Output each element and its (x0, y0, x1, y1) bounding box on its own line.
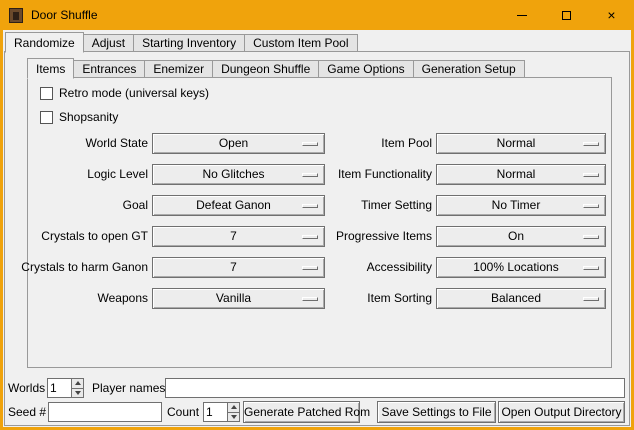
caption-buttons: × (499, 0, 634, 30)
shopsanity-checkbox[interactable]: Shopsanity (40, 110, 118, 124)
settings-row: Goal Defeat Ganon Timer Setting No Timer (3, 195, 631, 216)
maximize-icon (562, 11, 571, 20)
generate-patched-rom-button[interactable]: Generate Patched Rom (243, 401, 360, 423)
app-icon (9, 8, 23, 23)
progressive-items-dropdown[interactable]: On (436, 226, 606, 247)
minimize-button[interactable] (499, 0, 544, 30)
arrow-up-icon (231, 405, 237, 409)
dropdown-indicator-icon (583, 142, 599, 146)
spin-up-button[interactable] (71, 378, 84, 389)
accessibility-dropdown[interactable]: 100% Locations (436, 257, 606, 278)
tab-custom-item-pool[interactable]: Custom Item Pool (244, 34, 357, 52)
dropdown-value: Normal (437, 165, 605, 184)
crystals-ganon-label: Crystals to harm Ganon (13, 257, 148, 278)
item-functionality-label: Item Functionality (283, 164, 432, 185)
spin-down-button[interactable] (227, 413, 240, 423)
main-tabbar: Randomize Adjust Starting Inventory Cust… (5, 32, 358, 52)
tab-entrances[interactable]: Entrances (73, 60, 145, 78)
count-spinner-arrows (227, 402, 240, 422)
tab-game-options[interactable]: Game Options (318, 60, 413, 78)
app-window: Door Shuffle × Randomize Adjust Starting… (0, 0, 634, 430)
count-label: Count (167, 402, 199, 422)
worlds-spinner-arrows (71, 378, 84, 398)
dropdown-value: Balanced (437, 289, 605, 308)
spin-up-button[interactable] (227, 402, 240, 413)
tab-generation-setup[interactable]: Generation Setup (413, 60, 525, 78)
goal-label: Goal (13, 195, 148, 216)
close-button[interactable]: × (589, 0, 634, 30)
item-pool-dropdown[interactable]: Normal (436, 133, 606, 154)
player-names-label: Player names (92, 378, 165, 398)
tab-adjust[interactable]: Adjust (83, 34, 134, 52)
settings-row: Logic Level No Glitches Item Functionali… (3, 164, 631, 185)
crystals-gt-label: Crystals to open GT (13, 226, 148, 247)
dropdown-indicator-icon (583, 235, 599, 239)
spin-down-button[interactable] (71, 389, 84, 399)
item-functionality-dropdown[interactable]: Normal (436, 164, 606, 185)
dropdown-value: On (437, 227, 605, 246)
tab-starting-inventory[interactable]: Starting Inventory (133, 34, 245, 52)
titlebar: Door Shuffle × (0, 0, 634, 30)
worlds-input[interactable] (47, 378, 71, 398)
client-area: Randomize Adjust Starting Inventory Cust… (3, 30, 631, 427)
checkbox-box-icon[interactable] (40, 111, 53, 124)
open-output-directory-button[interactable]: Open Output Directory (498, 401, 625, 423)
arrow-down-icon (75, 391, 81, 395)
timer-setting-dropdown[interactable]: No Timer (436, 195, 606, 216)
settings-row: Weapons Vanilla Item Sorting Balanced (3, 288, 631, 309)
tab-randomize[interactable]: Randomize (5, 32, 84, 53)
settings-row: World State Open Item Pool Normal (3, 133, 631, 154)
logic-level-label: Logic Level (13, 164, 148, 185)
item-pool-label: Item Pool (283, 133, 432, 154)
worlds-label: Worlds (8, 378, 45, 398)
count-input[interactable] (203, 402, 227, 422)
worlds-spinner (47, 378, 84, 398)
dropdown-indicator-icon (583, 297, 599, 301)
seed-input[interactable] (48, 402, 162, 422)
window-title: Door Shuffle (31, 8, 98, 22)
arrow-down-icon (231, 415, 237, 419)
count-spinner (203, 402, 240, 422)
dropdown-indicator-icon (583, 204, 599, 208)
seed-label: Seed # (8, 402, 46, 422)
progressive-items-label: Progressive Items (283, 226, 432, 247)
tab-items[interactable]: Items (27, 58, 74, 79)
dropdown-indicator-icon (583, 266, 599, 270)
dropdown-value: No Timer (437, 196, 605, 215)
accessibility-label: Accessibility (283, 257, 432, 278)
dropdown-value: Normal (437, 134, 605, 153)
settings-tabbar: Items Entrances Enemizer Dungeon Shuffle… (27, 58, 525, 78)
settings-row: Crystals to harm Ganon 7 Accessibility 1… (3, 257, 631, 278)
weapons-label: Weapons (13, 288, 148, 309)
minimize-icon (517, 15, 527, 16)
dropdown-indicator-icon (583, 173, 599, 177)
checkbox-label: Shopsanity (59, 110, 118, 124)
tab-enemizer[interactable]: Enemizer (144, 60, 213, 78)
tab-dungeon-shuffle[interactable]: Dungeon Shuffle (212, 60, 319, 78)
player-names-input[interactable] (165, 378, 625, 398)
world-state-label: World State (13, 133, 148, 154)
dropdown-value: 100% Locations (437, 258, 605, 277)
retro-mode-checkbox[interactable]: Retro mode (universal keys) (40, 86, 209, 100)
settings-row: Crystals to open GT 7 Progressive Items … (3, 226, 631, 247)
item-sorting-dropdown[interactable]: Balanced (436, 288, 606, 309)
timer-setting-label: Timer Setting (283, 195, 432, 216)
close-icon: × (607, 8, 615, 22)
checkbox-box-icon[interactable] (40, 87, 53, 100)
maximize-button[interactable] (544, 0, 589, 30)
item-sorting-label: Item Sorting (283, 288, 432, 309)
checkbox-label: Retro mode (universal keys) (59, 86, 209, 100)
arrow-up-icon (75, 381, 81, 385)
save-settings-button[interactable]: Save Settings to File (377, 401, 496, 423)
